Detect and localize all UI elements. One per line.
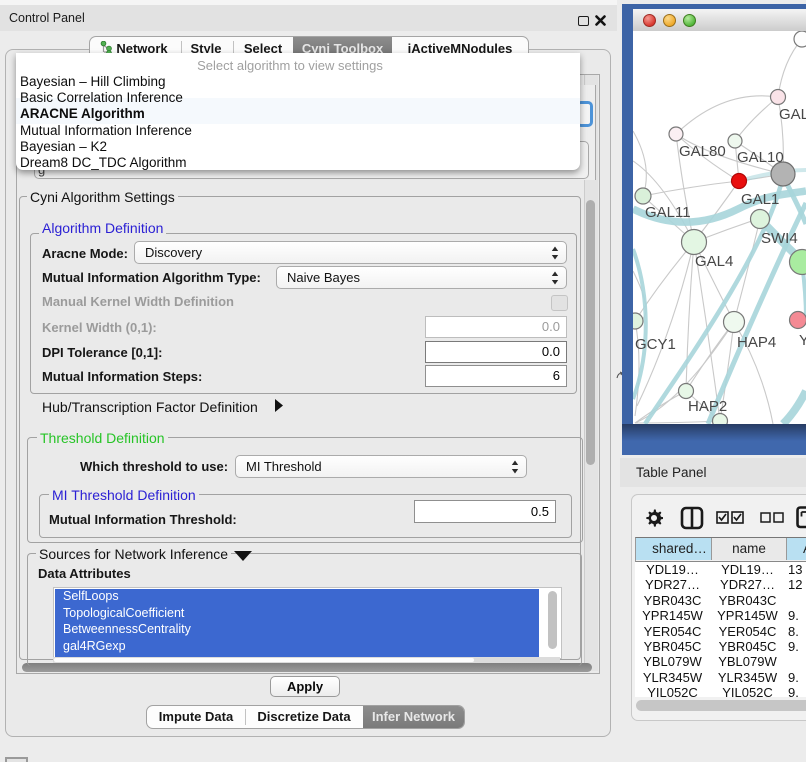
svg-text:GAL11: GAL11 xyxy=(645,204,691,221)
svg-text:Y: Y xyxy=(799,332,806,349)
svg-text:HAP4: HAP4 xyxy=(737,334,776,351)
svg-text:GAL4: GAL4 xyxy=(695,253,733,270)
svg-text:GAL80: GAL80 xyxy=(679,143,726,160)
svg-text:HAP2: HAP2 xyxy=(688,398,727,415)
svg-text:GCY1: GCY1 xyxy=(635,336,676,353)
svg-text:GAL1: GAL1 xyxy=(741,191,779,208)
svg-text:GAL10: GAL10 xyxy=(737,149,784,166)
svg-text:SWI4: SWI4 xyxy=(761,230,798,247)
svg-text:GAL: GAL xyxy=(779,106,806,123)
